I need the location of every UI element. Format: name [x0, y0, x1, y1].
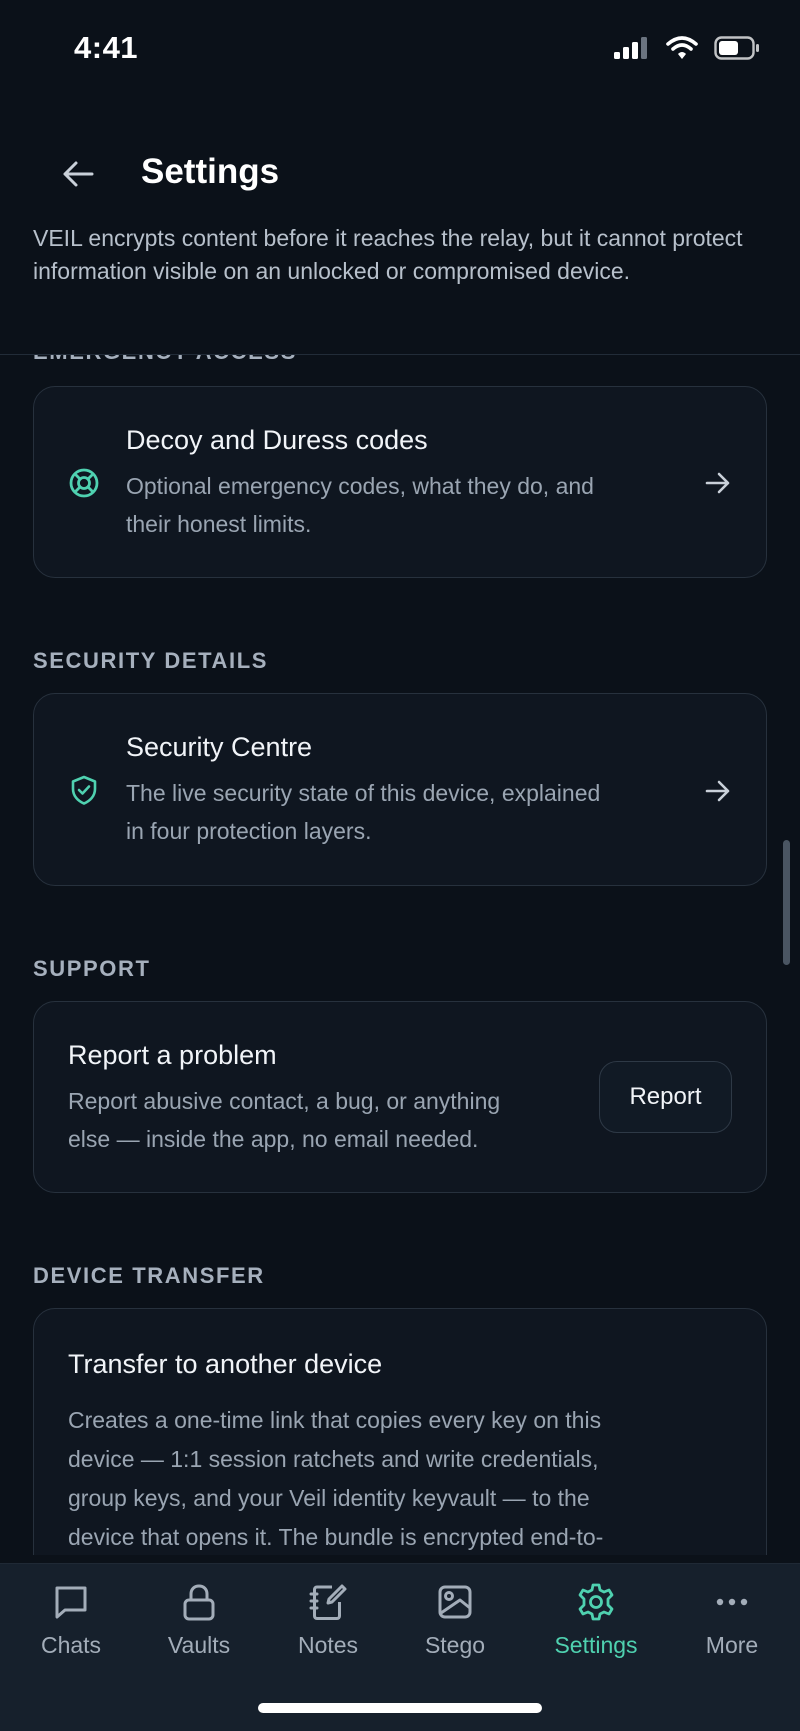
- security-centre-row[interactable]: Security Centre The live security state …: [33, 693, 767, 886]
- device-transfer-desc-line2: device — 1:1 session ratchets and write …: [68, 1446, 599, 1472]
- tab-vaults[interactable]: Vaults: [144, 1578, 254, 1688]
- tab-label: Notes: [297, 1632, 359, 1658]
- report-problem-desc-line2: else — inside the app, no email needed.: [68, 1126, 479, 1152]
- tab-label: Chats: [40, 1632, 102, 1658]
- status-icons: [614, 36, 760, 60]
- lock-icon: [183, 1584, 215, 1621]
- lifebuoy-icon: [69, 468, 99, 498]
- security-centre-desc-line1: The live security state of this device, …: [126, 780, 601, 806]
- decoy-duress-row[interactable]: Decoy and Duress codes Optional emergenc…: [33, 386, 767, 578]
- security-centre-desc-line2: in four protection layers.: [126, 818, 372, 844]
- back-arrow-icon: [63, 161, 94, 187]
- device-transfer-title: Transfer to another device: [68, 1349, 383, 1379]
- tab-notes[interactable]: Notes: [273, 1578, 383, 1688]
- tab-label: Vaults: [167, 1632, 231, 1658]
- decoy-duress-desc-line1: Optional emergency codes, what they do, …: [126, 473, 594, 499]
- section-label-transfer: DEVICE TRANSFER: [33, 1263, 265, 1288]
- section-label-support: SUPPORT: [33, 956, 151, 981]
- tab-label: Settings: [554, 1632, 638, 1658]
- image-icon: [438, 1585, 472, 1619]
- arrow-right-icon: [705, 472, 730, 494]
- device-transfer-desc-line1: Creates a one-time link that copies ever…: [68, 1407, 602, 1433]
- back-button[interactable]: [56, 152, 100, 196]
- report-problem-title: Report a problem: [68, 1040, 277, 1070]
- scrollbar[interactable]: [783, 840, 790, 965]
- device-transfer-desc-line3: group keys, and your Veil identity keyva…: [68, 1485, 590, 1511]
- status-bar: 4:41: [0, 0, 800, 100]
- header: Settings: [0, 140, 800, 210]
- intro-text: VEIL encrypts content before it reaches …: [33, 225, 743, 284]
- report-button[interactable]: Report: [599, 1061, 732, 1133]
- status-time: 4:41: [74, 30, 139, 65]
- battery-icon: [714, 36, 759, 60]
- cellular-signal-icon: [614, 37, 647, 59]
- tab-chats[interactable]: Chats: [16, 1578, 126, 1688]
- tab-more[interactable]: More: [677, 1578, 787, 1688]
- report-problem-desc-line1: Report abusive contact, a bug, or anythi…: [68, 1088, 501, 1114]
- arrow-right-icon: [705, 780, 730, 802]
- chat-bubble-icon: [55, 1586, 87, 1619]
- decoy-duress-title: Decoy and Duress codes: [126, 425, 428, 455]
- shield-check-icon: [71, 775, 97, 805]
- wifi-icon: [666, 36, 698, 59]
- notebook-pen-icon: [309, 1584, 347, 1620]
- section-label-emergency: EMERGENCY ACCESS: [33, 355, 297, 365]
- section-label-security: SECURITY DETAILS: [33, 648, 269, 673]
- device-transfer-desc-line4: device that opens it. The bundle is encr…: [68, 1524, 604, 1550]
- report-problem-card: Report a problem Report abusive contact,…: [33, 1001, 767, 1193]
- gear-icon: [578, 1583, 614, 1621]
- settings-scroll-region[interactable]: EMERGENCY ACCESS Decoy and Duress codes …: [0, 355, 800, 1555]
- tab-stego[interactable]: Stego: [400, 1578, 510, 1688]
- decoy-duress-desc-line2: their honest limits.: [126, 511, 312, 537]
- tab-label: Stego: [424, 1632, 486, 1658]
- more-dots-icon: [716, 1598, 748, 1606]
- tab-label: More: [705, 1632, 759, 1658]
- home-indicator[interactable]: [258, 1703, 542, 1713]
- settings-screen: 4:41 Settings VEIL encrypts content befo…: [0, 0, 800, 1731]
- device-transfer-card: Transfer to another device Creates a one…: [33, 1308, 767, 1555]
- page-title: Settings: [141, 152, 280, 191]
- tab-settings[interactable]: Settings: [541, 1578, 651, 1688]
- security-centre-title: Security Centre: [126, 732, 313, 762]
